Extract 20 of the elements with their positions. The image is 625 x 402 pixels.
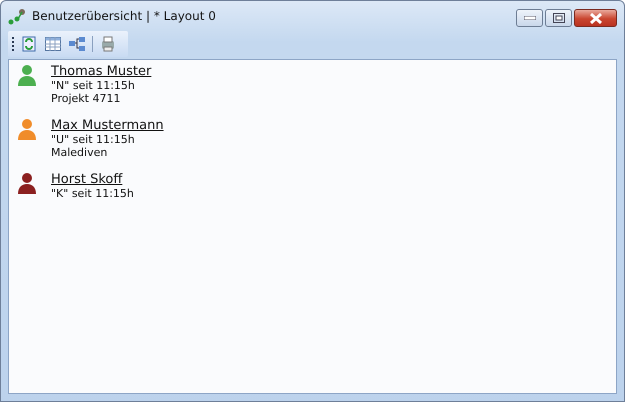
user-status: "U" seit 11:15h (51, 133, 136, 146)
close-icon (588, 12, 602, 24)
user-note: Malediven (51, 146, 108, 159)
window-title: Benutzerübersicht | * Layout 0 (32, 9, 216, 23)
printer-icon[interactable] (99, 35, 117, 53)
app-icon (8, 7, 28, 25)
maximize-icon (552, 13, 564, 23)
user-status: "K" seit 11:15h (51, 187, 134, 200)
user-name-link[interactable]: Max Mustermann (51, 118, 164, 133)
table-icon[interactable] (44, 35, 62, 53)
user-name-link[interactable]: Horst Skoff (51, 172, 134, 187)
hierarchy-icon[interactable] (68, 35, 86, 53)
refresh-icon[interactable] (20, 35, 38, 53)
user-status: "N" seit 11:15h (51, 79, 136, 92)
close-button[interactable] (574, 9, 617, 27)
user-note: Projekt 4711 (51, 92, 122, 105)
maximize-button[interactable] (545, 9, 572, 27)
user-name-link[interactable]: Thomas Muster (51, 64, 152, 79)
minimize-icon (524, 16, 536, 20)
minimize-button[interactable] (516, 9, 543, 27)
